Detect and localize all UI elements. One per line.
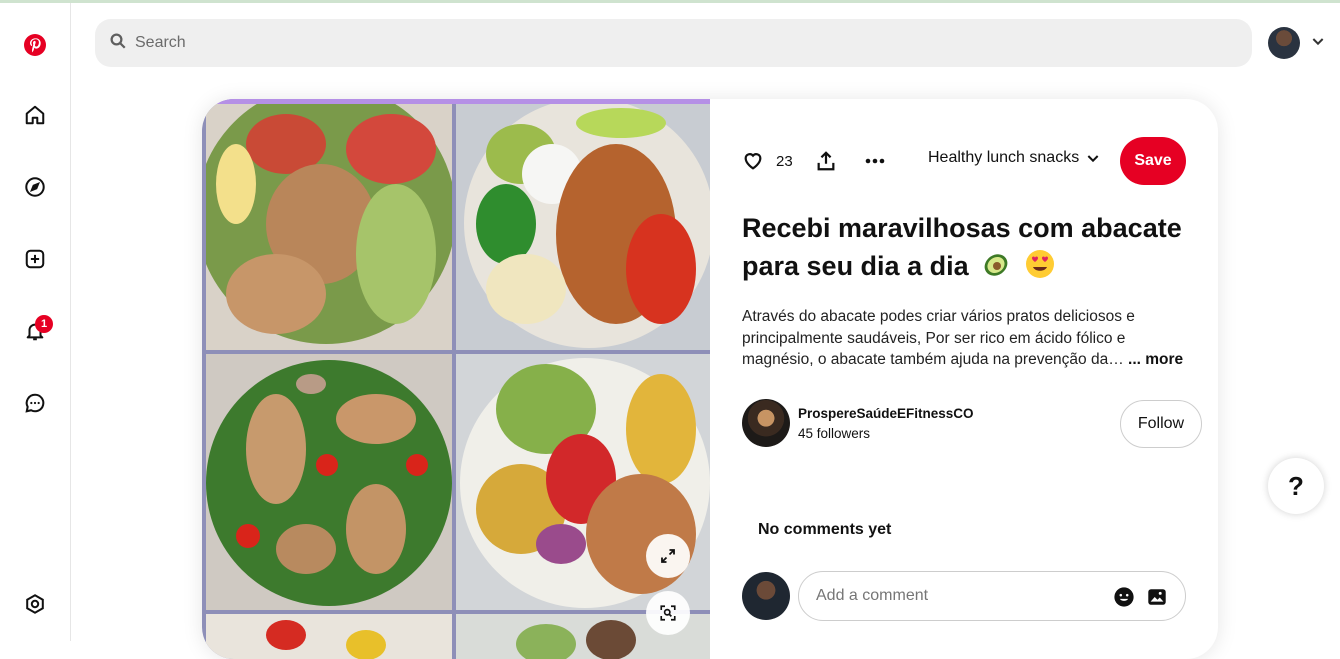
pin-details: 23 Healthy lunch snacks Save Recebi mara… (710, 99, 1218, 659)
current-user-avatar (742, 572, 790, 620)
creator-followers: 45 followers (798, 425, 871, 441)
explore-compass-icon[interactable] (19, 171, 51, 203)
avocado-emoji-icon (984, 254, 1008, 276)
create-plus-icon[interactable] (19, 243, 51, 275)
search-input[interactable] (135, 34, 1135, 52)
expand-image-button[interactable] (646, 534, 690, 578)
pin-title-text: Recebi maravilhosas com abacate para seu… (742, 213, 1182, 281)
like-count: 23 (776, 152, 793, 170)
pin-description-text: Através do abacate podes criar vários pr… (742, 308, 1135, 368)
follow-button[interactable]: Follow (1120, 400, 1202, 448)
comments-heading: No comments yet (758, 521, 892, 538)
more-link[interactable]: ... more (1128, 351, 1183, 368)
sidebar: 1 (0, 3, 71, 641)
image-upload-icon[interactable] (1146, 586, 1168, 608)
user-avatar[interactable] (1268, 27, 1300, 59)
creator-name[interactable]: ProspereSaúdeEFitnessCO (798, 406, 974, 421)
settings-gear-icon[interactable] (19, 588, 51, 620)
visual-search-button[interactable] (646, 591, 690, 635)
board-name: Healthy lunch snacks (928, 149, 1080, 166)
share-icon[interactable] (815, 150, 837, 172)
expand-icon (661, 549, 675, 563)
more-options-icon[interactable] (863, 149, 887, 173)
help-button[interactable]: ? (1268, 458, 1324, 514)
comment-composer (742, 571, 1212, 621)
creator-avatar[interactable] (742, 399, 790, 447)
heart-like-icon[interactable] (742, 150, 764, 172)
pin-image[interactable] (202, 99, 710, 659)
comment-box[interactable] (798, 571, 1186, 621)
food-tile (206, 104, 452, 350)
food-tile (206, 354, 452, 610)
account-chevron-down-icon[interactable] (1310, 33, 1326, 54)
chevron-down-icon (1085, 150, 1101, 166)
home-icon[interactable] (19, 99, 51, 131)
heart-eyes-emoji-icon (1025, 250, 1054, 278)
board-selector[interactable]: Healthy lunch snacks (928, 149, 1101, 167)
pin-title: Recebi maravilhosas com abacate para seu… (742, 209, 1192, 285)
emoji-smiley-icon[interactable] (1113, 586, 1135, 608)
comment-input[interactable] (816, 587, 1106, 605)
creator-info[interactable]: ProspereSaúdeEFitnessCO 45 followers (742, 399, 974, 447)
creator-text: ProspereSaúdeEFitnessCO 45 followers (798, 406, 974, 441)
food-tile (456, 104, 710, 350)
notification-count-badge: 1 (35, 315, 53, 333)
pin-action-row: 23 Healthy lunch snacks Save (742, 137, 1187, 185)
pin-description: Através do abacate podes criar vários pr… (742, 306, 1197, 371)
search-icon (109, 32, 127, 55)
search-bar[interactable] (95, 19, 1252, 67)
pin-card: 23 Healthy lunch snacks Save Recebi mara… (202, 99, 1218, 659)
messages-chat-icon[interactable] (19, 387, 51, 419)
top-border (0, 0, 1340, 3)
pinterest-logo-icon[interactable] (19, 29, 51, 61)
food-tile (206, 614, 452, 659)
lens-search-icon (660, 605, 676, 621)
save-button[interactable]: Save (1120, 137, 1186, 185)
